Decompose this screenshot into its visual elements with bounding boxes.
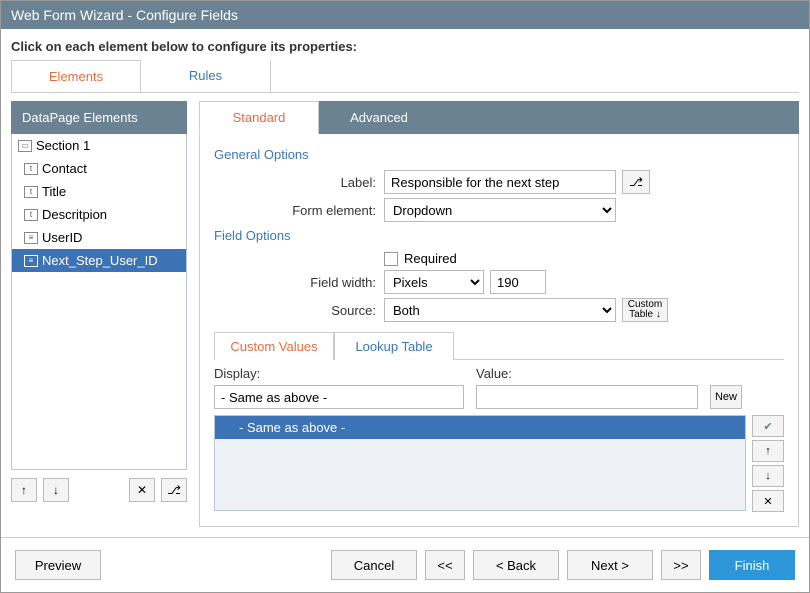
label-options-button[interactable]: ⎇ [622,170,650,194]
configure-panel: Standard Advanced General Options Label:… [199,101,799,527]
first-page-button[interactable]: << [425,550,465,580]
preview-button[interactable]: Preview [15,550,101,580]
text-field-icon: t [24,163,38,175]
datapage-panel: DataPage Elements ▭ Section 1 t Contact … [11,101,187,527]
window-titlebar: Web Form Wizard - Configure Fields [1,1,809,29]
label-input[interactable] [384,170,616,194]
tab-standard[interactable]: Standard [199,101,319,134]
display-input[interactable] [214,385,464,409]
section-icon: ▭ [18,140,32,152]
value-delete-button[interactable]: ✕ [752,490,784,512]
tab-rules[interactable]: Rules [141,60,271,92]
new-value-button[interactable]: New [710,385,742,409]
label-label: Label: [214,175,384,190]
datapage-item-contact[interactable]: t Contact [12,157,186,180]
field-width-unit-select[interactable]: Pixels [384,270,484,294]
value-header: Value: [476,366,698,381]
finish-button[interactable]: Finish [709,550,795,580]
form-element-label: Form element: [214,203,384,218]
outer-tabs: Elements Rules [11,60,799,93]
move-up-button[interactable]: ↑ [11,478,37,502]
tree-icon: ⎇ [629,175,643,189]
datapage-header: DataPage Elements [11,101,187,134]
instructions-text: Click on each element below to configure… [1,29,809,60]
custom-table-button[interactable]: Custom Table ↓ [622,298,668,322]
item-label: Next_Step_User_ID [42,253,158,268]
wizard-footer: Preview Cancel << < Back Next > >> Finis… [1,537,809,592]
item-label: Contact [42,161,87,176]
item-label: Title [42,184,66,199]
branch-button[interactable]: ⎇ [161,478,187,502]
cancel-button[interactable]: Cancel [331,550,417,580]
value-move-up-button[interactable]: ↑ [752,440,784,462]
display-header: Display: [214,366,464,381]
datapage-toolbar: ↑ ↓ ✕ ⎇ [11,478,187,502]
tab-custom-values[interactable]: Custom Values [214,332,334,360]
tab-advanced[interactable]: Advanced [319,101,439,134]
values-actions: ✔ ↑ ↓ ✕ [752,415,784,512]
item-label: Descritpion [42,207,107,222]
tab-elements[interactable]: Elements [11,60,141,92]
values-list-row[interactable]: - Same as above - [215,416,745,439]
custom-values-area: Display: Value: New - Same [214,359,784,512]
form-element-select[interactable]: Dropdown [384,198,616,222]
datapage-section[interactable]: ▭ Section 1 [12,134,186,157]
required-checkbox[interactable] [384,252,398,266]
item-label: UserID [42,230,82,245]
next-button[interactable]: Next > [567,550,653,580]
datapage-list: ▭ Section 1 t Contact t Title t Descritp… [11,134,187,470]
datapage-item-userid[interactable]: ≡ UserID [12,226,186,249]
datapage-item-next-step-user-id[interactable]: ≡ Next_Step_User_ID [12,249,186,272]
values-tabs: Custom Values Lookup Table [214,332,784,360]
tab-lookup-table[interactable]: Lookup Table [334,332,454,360]
datapage-item-title[interactable]: t Title [12,180,186,203]
text-field-icon: t [24,186,38,198]
delete-button[interactable]: ✕ [129,478,155,502]
tab-bar-filler [439,101,799,134]
field-options-title: Field Options [214,228,784,243]
window-title: Web Form Wizard - Configure Fields [11,7,238,23]
list-field-icon: ≡ [24,255,38,267]
wizard-window: Web Form Wizard - Configure Fields Click… [0,0,810,593]
source-label: Source: [214,303,384,318]
field-width-value-input[interactable] [490,270,546,294]
value-move-down-button[interactable]: ↓ [752,465,784,487]
confirm-value-button[interactable]: ✔ [752,415,784,437]
back-button[interactable]: < Back [473,550,559,580]
move-down-button[interactable]: ↓ [43,478,69,502]
source-select[interactable]: Both [384,298,616,322]
list-field-icon: ≡ [24,232,38,244]
datapage-item-description[interactable]: t Descritpion [12,203,186,226]
inner-tabs: Standard Advanced [199,101,799,134]
text-field-icon: t [24,209,38,221]
value-input[interactable] [476,385,698,409]
field-width-label: Field width: [214,275,384,290]
general-options-title: General Options [214,147,784,162]
values-list[interactable]: - Same as above - [214,415,746,511]
last-page-button[interactable]: >> [661,550,701,580]
section-label: Section 1 [36,138,90,153]
required-label: Required [404,251,457,266]
config-area: General Options Label: ⎇ Form element: D… [199,133,799,527]
